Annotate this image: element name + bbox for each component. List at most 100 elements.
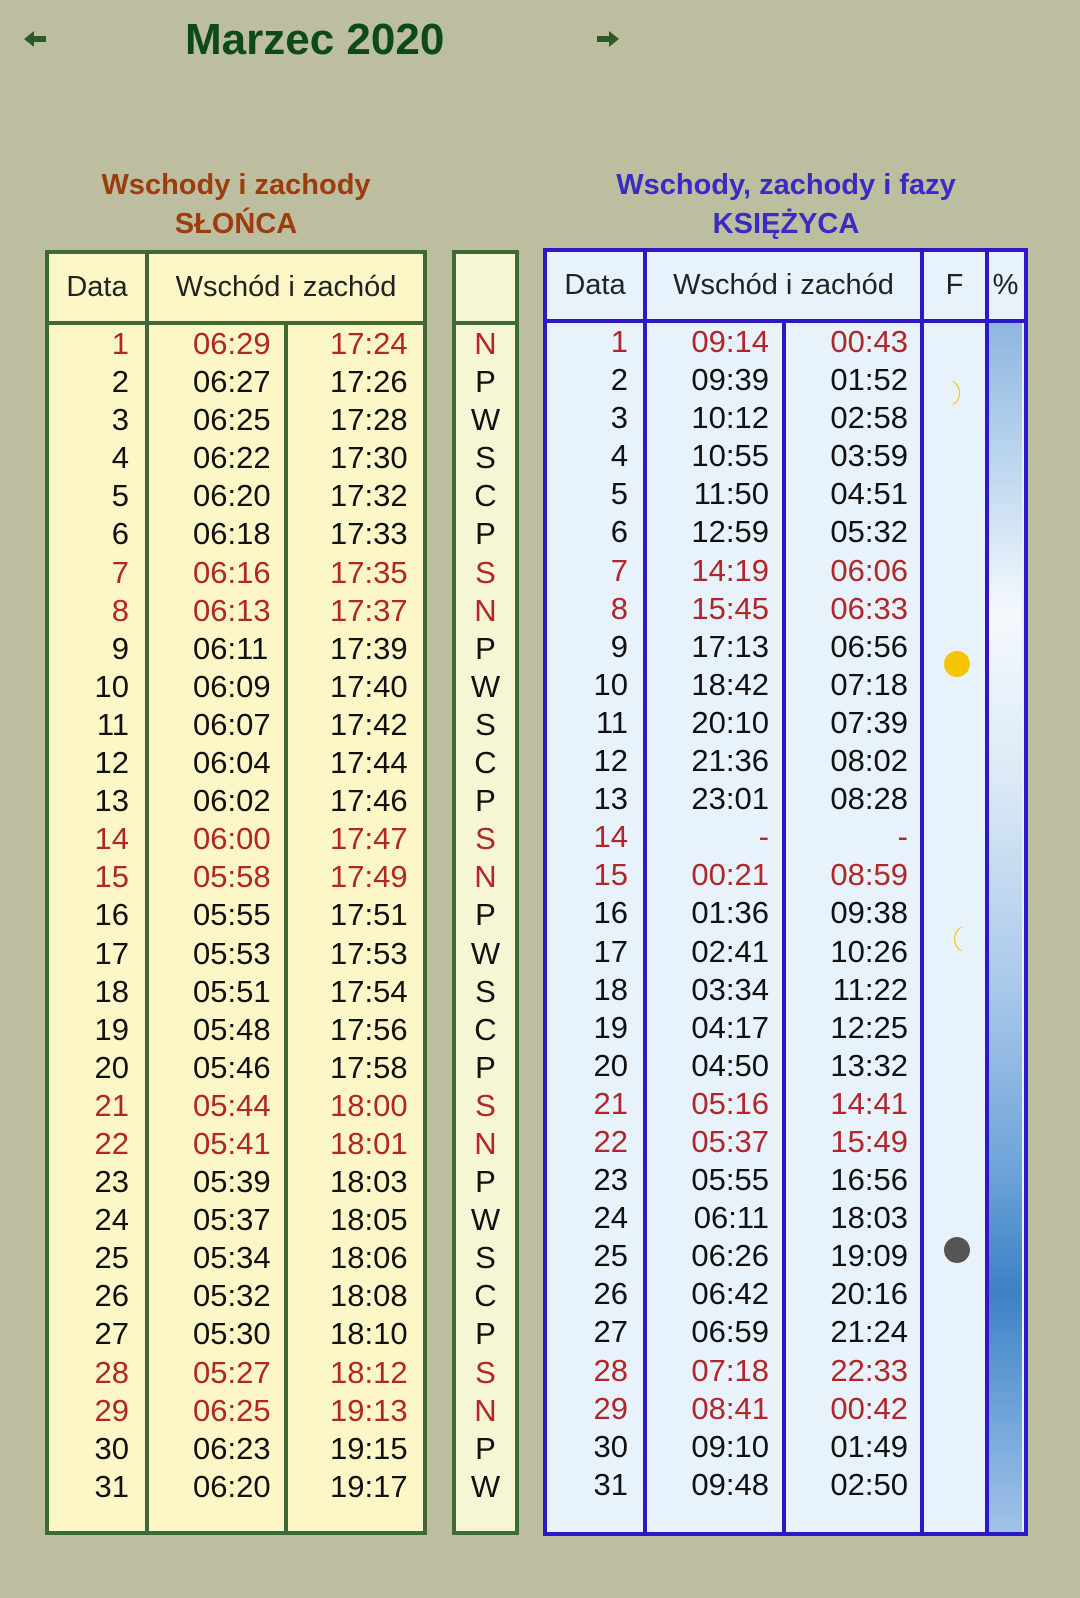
moonrise-time: 04:17 [691,1009,769,1045]
table-row: W [456,401,515,439]
sunrise-time: 05:58 [193,859,271,895]
weekday-letter: N [474,1392,497,1428]
moon-date-cell: 11 [595,704,628,740]
moon-table: Data Wschód i zachód F % 1 09:14 00:43 2 09:… [543,248,1028,1536]
sunset-time: 18:10 [330,1316,408,1352]
prev-month-arrow-icon[interactable] [22,28,48,50]
table-row: S [456,554,515,592]
table-row: 17 05:53 17:53 [49,935,423,973]
table-row: 12 06:04 17:44 [49,744,423,782]
moon-date-cell: 20 [593,1047,628,1083]
table-row: 10 06:09 17:40 [49,668,423,706]
table-row: W [456,1468,515,1506]
sun-date-cell: 25 [94,1240,129,1276]
table-row: 1 09:14 00:43 [547,323,1024,361]
sunrise-time: 06:23 [193,1430,271,1466]
moonset-time: 02:58 [830,400,908,436]
moon-date-cell: 18 [593,971,628,1007]
sunrise-time: 06:07 [193,706,271,742]
moonrise-time: 05:55 [691,1162,769,1198]
table-row: S [456,820,515,858]
table-row: 11 06:07 17:42 [49,706,423,744]
moon-date-cell: 25 [593,1238,628,1274]
table-row: 27 05:30 18:10 [49,1315,423,1353]
weekday-letter: S [475,1240,496,1276]
moonrise-time: 04:50 [691,1047,769,1083]
sun-date-cell: 24 [94,1202,129,1238]
sunrise-time: 06:20 [193,478,271,514]
sun-date-cell: 11 [96,706,129,742]
sunset-time: 17:47 [330,821,408,857]
sun-date-cell: 30 [94,1430,129,1466]
sunset-time: 17:35 [330,554,408,590]
sun-section-title: Wschody i zachody SŁOŃCA [46,166,426,244]
moonset-time: 07:18 [830,666,908,702]
moonset-time: - [897,819,908,855]
moonrise-time: 18:42 [691,666,769,702]
moonset-time: 06:06 [830,552,908,588]
table-row: 24 06:11 18:03 [547,1199,1024,1237]
moon-col-rise-set-header: Wschód i zachód [673,269,894,301]
table-row: P [456,1163,515,1201]
table-row: 25 06:26 19:09 [547,1237,1024,1275]
sunrise-time: 05:41 [193,1125,271,1161]
moonrise-time: 10:55 [691,438,769,474]
table-row: 18 03:34 11:22 [547,971,1024,1009]
sun-date-cell: 1 [111,326,129,361]
table-row: 17 02:41 10:26 [547,933,1024,971]
weekday-letter: N [474,592,497,628]
moonrise-time: 09:14 [691,324,769,359]
sunset-time: 18:00 [330,1087,408,1123]
table-row: S [456,1354,515,1392]
moonrise-time: 05:16 [691,1085,769,1121]
sunrise-time: 05:37 [193,1202,271,1238]
moon-title-line2: KSIĘŻYCA [712,208,860,240]
moonrise-time: 06:42 [691,1276,769,1312]
table-row: 14 06:00 17:47 [49,820,423,858]
moon-date-cell: 2 [610,362,628,398]
weekday-letter: P [475,364,496,400]
table-row: 2 09:39 01:52 [547,361,1024,399]
table-row: N [456,325,515,363]
sunrise-time: 05:51 [193,973,271,1009]
table-row: S [456,1087,515,1125]
table-row: 23 05:39 18:03 [49,1163,423,1201]
moon-date-cell: 16 [593,895,628,931]
moon-date-cell: 22 [593,1123,628,1159]
table-row: P [456,896,515,934]
table-row: 25 05:34 18:06 [49,1239,423,1277]
sunset-time: 18:06 [330,1240,408,1276]
sunset-time: 17:58 [330,1049,408,1085]
table-row: W [456,668,515,706]
moon-date-cell: 23 [593,1162,628,1198]
weekday-header [456,254,515,322]
table-row: P [456,1315,515,1353]
sun-date-cell: 2 [111,364,129,400]
table-row: 20 05:46 17:58 [49,1049,423,1087]
moonset-time: 08:02 [830,743,908,779]
moonrise-time: 12:59 [691,514,769,550]
table-row: 27 06:59 21:24 [547,1313,1024,1351]
sun-date-cell: 27 [94,1316,129,1352]
moon-date-cell: 19 [593,1009,628,1045]
weekday-letter: W [470,1202,501,1238]
moonset-time: 06:33 [830,590,908,626]
weekday-letter: P [475,1164,496,1200]
weekday-letter: P [475,897,496,933]
table-row: 30 06:23 19:15 [49,1430,423,1468]
sun-table: Data Wschód i zachód 1 06:29 17:24 2 06:27 17… [45,250,427,1535]
table-row: 23 05:55 16:56 [547,1161,1024,1199]
sunrise-time: 06:11 [193,630,269,666]
table-row: 21 05:16 14:41 [547,1085,1024,1123]
moonset-time: 01:52 [830,362,908,398]
sunset-time: 17:39 [330,630,408,666]
table-row: 28 07:18 22:33 [547,1352,1024,1390]
next-month-arrow-icon[interactable] [595,28,621,50]
table-row: 30 09:10 01:49 [547,1428,1024,1466]
moonset-time: 04:51 [830,476,908,512]
sun-title-line1: Wschody i zachody [101,169,371,201]
sun-date-cell: 26 [94,1278,129,1314]
page-title: Marzec 2020 [185,15,445,64]
table-row: P [456,1430,515,1468]
sunset-time: 17:40 [330,668,408,704]
